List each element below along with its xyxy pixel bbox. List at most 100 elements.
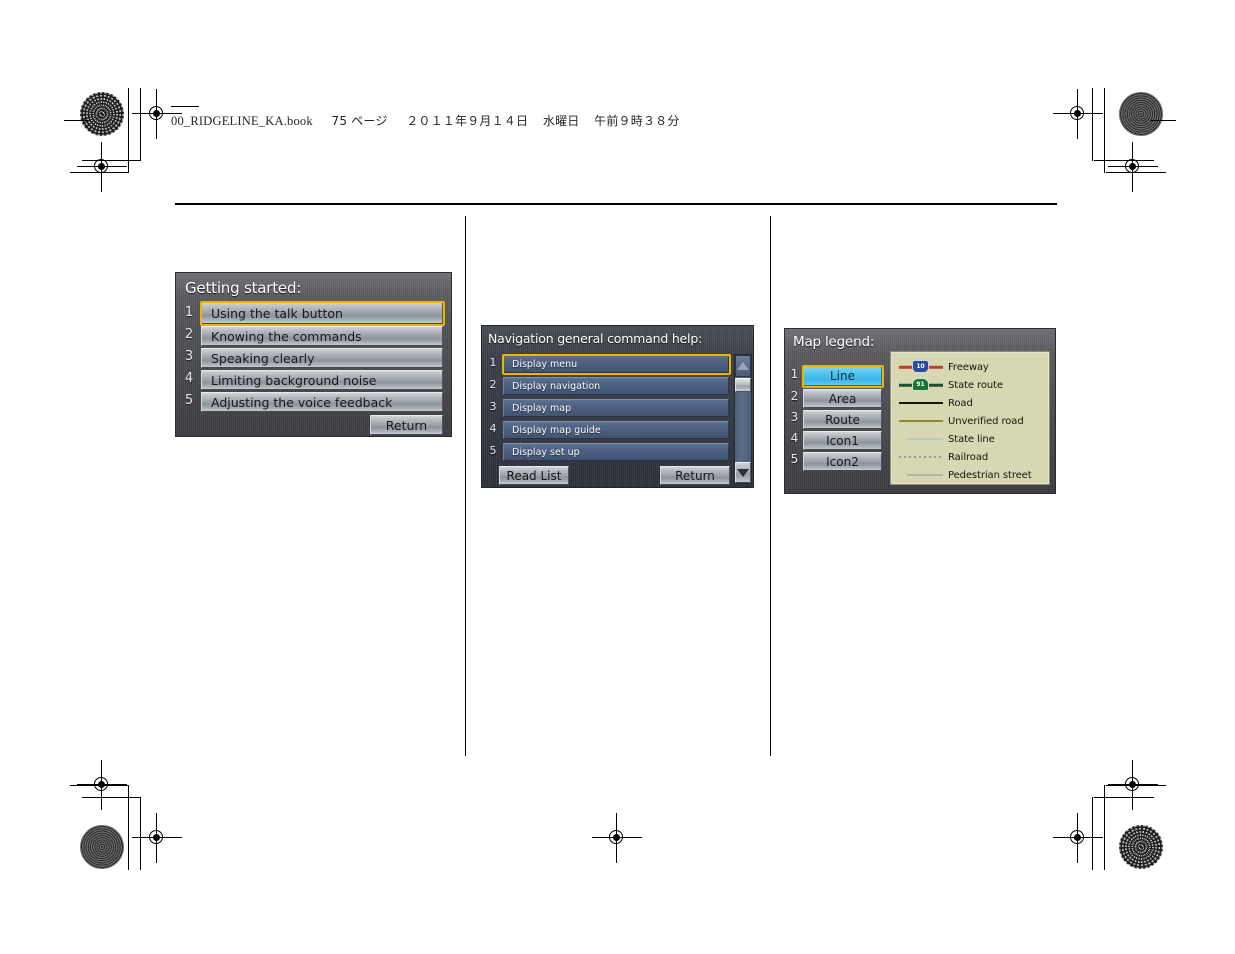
command-help-scroll-up-region[interactable] (735, 355, 751, 377)
map-legend-row-number: 2 (790, 389, 799, 403)
getting-started-title: Getting started: (185, 279, 302, 297)
registration-crosshair-bottom-center (592, 813, 642, 863)
getting-started-item-2[interactable]: Knowing the commands (201, 326, 443, 346)
map-legend-entry-pedestrian-street: Pedestrian street (899, 467, 1032, 483)
header-time: 午前９時３８分 (594, 114, 680, 128)
command-help-item-4-label: Display map guide (512, 424, 601, 436)
map-legend-entry-state-route: 91 State route (899, 377, 1003, 393)
map-legend-entry-unverified-road: Unverified road (899, 413, 1024, 429)
command-help-row-number: 1 (489, 356, 497, 369)
command-help-title: Navigation general command help: (488, 331, 703, 346)
state-line (907, 438, 943, 440)
getting-started-row-number: 3 (184, 349, 194, 364)
command-help-row-number: 2 (489, 378, 497, 391)
command-help-read-list-label: Read List (506, 468, 562, 483)
map-legend-detail-box: 10 Freeway 91 State route Road Unverifie… (890, 351, 1050, 485)
unverified-road-line (899, 420, 943, 422)
pedestrian-street-label: Pedestrian street (948, 469, 1032, 481)
map-legend-entry-state-line: State line (899, 431, 995, 447)
state-line-sample (899, 431, 943, 447)
map-legend-category-route-label: Route (825, 412, 860, 427)
getting-started-item-2-label: Knowing the commands (211, 328, 362, 344)
registration-halftone-bottom-right (1119, 825, 1163, 869)
registration-halftone-top-left (80, 92, 124, 136)
command-help-row-number: 4 (489, 422, 497, 435)
map-legend-row-number: 4 (790, 431, 799, 445)
getting-started-item-3[interactable]: Speaking clearly (201, 348, 443, 368)
getting-started-row-number: 1 (184, 305, 194, 320)
railroad-line (899, 456, 943, 458)
map-legend-category-icon2[interactable]: Icon2 (803, 452, 882, 471)
command-help-item-2[interactable]: Display navigation (503, 377, 729, 395)
command-help-read-list-button[interactable]: Read List (499, 466, 569, 485)
command-help-item-1[interactable]: Display menu (503, 355, 729, 373)
getting-started-item-4[interactable]: Limiting background noise (201, 370, 443, 390)
pedestrian-street-line-sample (899, 467, 943, 483)
command-help-scroll-down-button[interactable] (735, 462, 751, 483)
freeway-line-sample: 10 (899, 359, 943, 375)
map-legend-row-number: 1 (790, 367, 799, 381)
map-legend-category-icon1[interactable]: Icon1 (803, 431, 882, 450)
command-help-item-3[interactable]: Display map (503, 399, 729, 417)
getting-started-item-4-label: Limiting background noise (211, 372, 377, 388)
unverified-road-label: Unverified road (948, 415, 1024, 427)
command-help-item-2-label: Display navigation (512, 380, 601, 392)
command-help-row-number: 5 (489, 444, 497, 457)
pedestrian-street-line (907, 474, 943, 476)
command-help-return-button[interactable]: Return (660, 466, 730, 485)
map-legend-category-route[interactable]: Route (803, 410, 882, 429)
getting-started-return-label: Return (385, 417, 428, 433)
road-line (899, 402, 943, 404)
map-legend-row-number: 5 (790, 452, 799, 466)
map-legend-screen: Map legend: 1 Line 2 Area 3 Route 4 Icon… (784, 328, 1056, 494)
map-legend-title: Map legend: (793, 334, 875, 350)
registration-crosshair-top-right-inner (1053, 89, 1103, 139)
map-legend-category-area[interactable]: Area (803, 389, 882, 408)
getting-started-screen: Getting started: 1 Using the talk button… (175, 272, 452, 437)
header-rule-short (171, 106, 199, 108)
command-help-item-3-label: Display map (512, 402, 572, 414)
getting-started-item-1[interactable]: Using the talk button (201, 302, 443, 324)
map-legend-entry-railroad: Railroad (899, 449, 988, 465)
header-date: ２０１１年９月１４日 (406, 114, 529, 128)
page-top-rule (175, 203, 1057, 206)
getting-started-item-5-label: Adjusting the voice feedback (211, 394, 393, 410)
edge-tick-right (1150, 120, 1176, 122)
triangle-down-icon (737, 468, 749, 477)
map-legend-category-area-label: Area (828, 391, 857, 406)
road-line-sample (899, 395, 943, 411)
state-line-label: State line (948, 433, 995, 445)
unverified-road-line-sample (899, 413, 943, 429)
command-help-screen: Navigation general command help: 1 Displ… (481, 325, 754, 488)
map-legend-entry-road: Road (899, 395, 973, 411)
getting-started-row-number: 2 (184, 327, 194, 342)
registration-crosshair-top-left-inner (132, 89, 182, 139)
freeway-label: Freeway (948, 361, 989, 373)
command-help-item-4[interactable]: Display map guide (503, 421, 729, 439)
interstate-shield-icon: 10 (912, 360, 929, 373)
map-legend-row-number: 3 (790, 410, 799, 424)
command-help-item-1-label: Display menu (512, 358, 578, 370)
edge-tick-left (64, 120, 88, 122)
getting-started-item-3-label: Speaking clearly (211, 350, 315, 366)
getting-started-row-number: 5 (184, 393, 194, 408)
registration-crosshair-top-right-lower (1108, 142, 1158, 192)
registration-crosshair-bottom-right-upper (1108, 760, 1158, 810)
getting-started-return-button[interactable]: Return (370, 415, 443, 435)
header-page-label: 75 ページ (331, 114, 388, 128)
command-help-row-number: 3 (489, 400, 497, 413)
map-legend-category-line-label: Line (829, 369, 855, 383)
command-help-item-5[interactable]: Display set up (503, 443, 729, 461)
getting-started-item-5[interactable]: Adjusting the voice feedback (201, 392, 443, 412)
registration-halftone-top-right (1119, 92, 1163, 136)
command-help-return-label: Return (675, 468, 715, 483)
getting-started-row-number: 4 (184, 371, 194, 386)
page-header-line: 00_RIDGELINE_KA.book 75 ページ ２０１１年９月１４日 水… (171, 112, 680, 129)
map-legend-category-icon2-label: Icon2 (826, 454, 859, 469)
registration-crosshair-bottom-left-inner (132, 813, 182, 863)
state-route-shield-icon: 91 (912, 378, 929, 391)
registration-halftone-bottom-left (80, 825, 124, 869)
map-legend-category-line[interactable]: Line (803, 366, 882, 386)
command-help-scrollbar-thumb[interactable] (735, 378, 751, 392)
header-weekday: 水曜日 (542, 114, 580, 128)
